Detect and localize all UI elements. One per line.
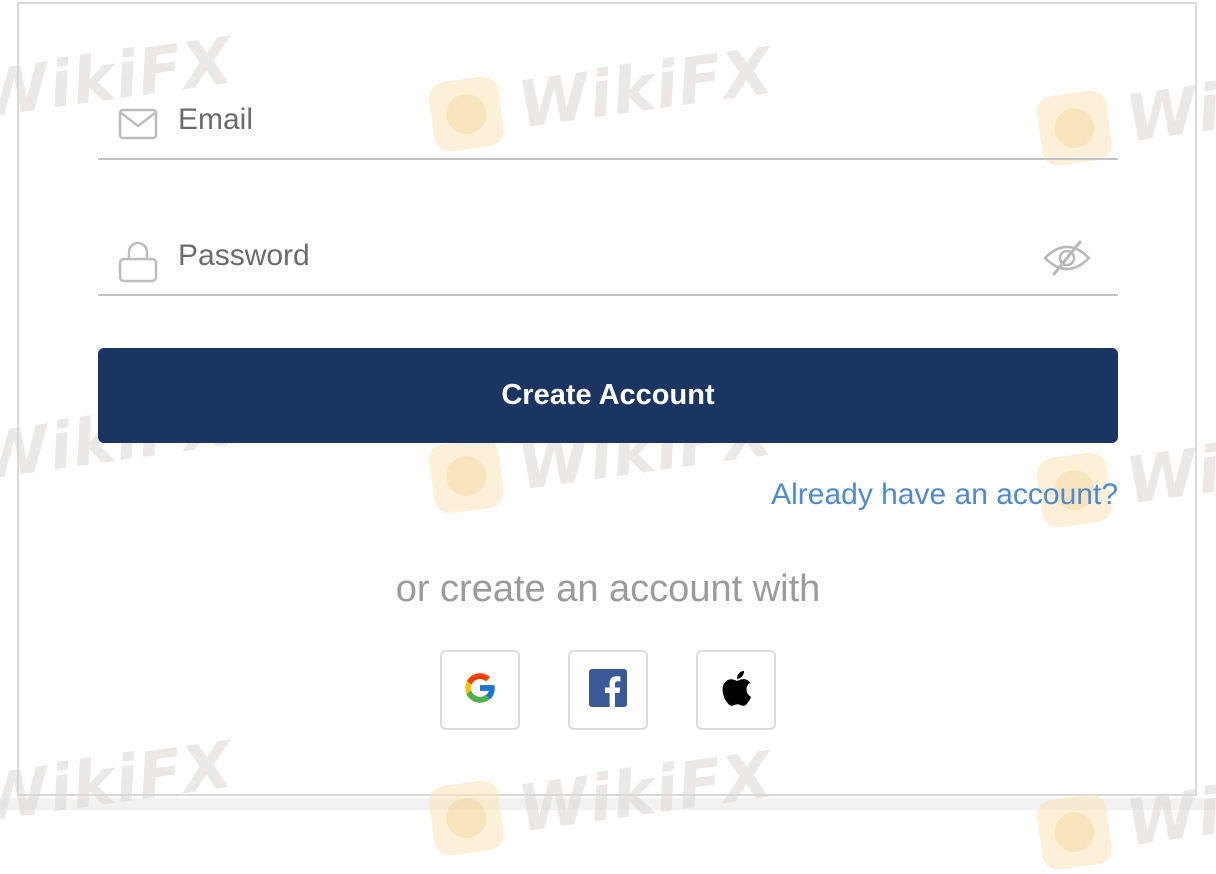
signin-link[interactable]: Already have an account? xyxy=(771,478,1118,512)
apple-signup-button[interactable] xyxy=(696,650,776,730)
password-input[interactable] xyxy=(178,236,1038,276)
password-field[interactable] xyxy=(98,234,1118,296)
facebook-icon xyxy=(589,668,627,712)
create-account-button[interactable]: Create Account xyxy=(98,348,1118,443)
google-icon xyxy=(461,669,499,712)
eye-slash-icon[interactable] xyxy=(1042,238,1092,278)
alt-signup-text: or create an account with xyxy=(395,568,821,610)
lock-icon xyxy=(118,240,158,283)
email-field[interactable] xyxy=(98,98,1118,160)
email-input[interactable] xyxy=(178,100,1038,140)
mail-icon xyxy=(118,104,158,144)
page-footer-strip xyxy=(0,798,1216,810)
apple-icon xyxy=(720,670,752,711)
social-buttons xyxy=(440,650,776,730)
facebook-signup-button[interactable] xyxy=(568,650,648,730)
google-signup-button[interactable] xyxy=(440,650,520,730)
